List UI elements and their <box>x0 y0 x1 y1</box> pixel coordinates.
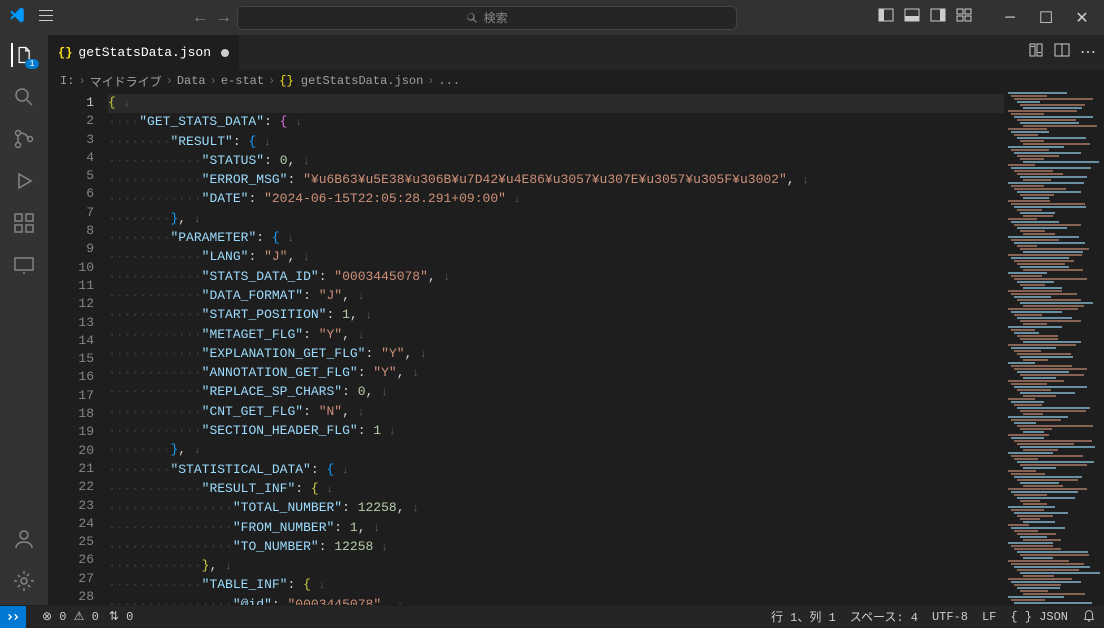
vscode-icon <box>8 6 26 29</box>
close-icon[interactable]: ✕ <box>1068 8 1096 28</box>
modified-indicator <box>221 49 229 57</box>
remote-icon[interactable] <box>12 253 36 277</box>
line-gutter: 1234567891011121314151617181920212223242… <box>48 92 108 605</box>
layout-custom-icon[interactable] <box>956 7 972 28</box>
layout-right-icon[interactable] <box>930 7 946 28</box>
search-icon[interactable] <box>12 85 36 109</box>
encoding-button[interactable]: UTF-8 <box>932 610 968 624</box>
search-input[interactable]: 検索 <box>237 6 737 30</box>
maximize-icon[interactable]: ☐ <box>1032 8 1060 28</box>
breadcrumbs[interactable]: I:›マイドライブ›Data›e-stat›{} getStatsData.js… <box>48 70 1104 92</box>
status-bar: ⊗ 0 ⚠ 0 ⇅ 0 行 1、列 1 スペース: 4 UTF-8 LF { }… <box>0 605 1104 627</box>
notifications-icon[interactable] <box>1082 608 1096 626</box>
problems-button[interactable]: ⊗ 0 ⚠ 0 <box>42 609 99 624</box>
layout-bottom-icon[interactable] <box>904 7 920 28</box>
split-icon[interactable] <box>1054 42 1070 63</box>
minimize-icon[interactable]: ─ <box>996 8 1024 28</box>
extensions-icon[interactable] <box>12 211 36 235</box>
ports-button[interactable]: ⇅ 0 <box>109 609 133 624</box>
layout-left-icon[interactable] <box>878 7 894 28</box>
activity-bar: 1 <box>0 35 48 605</box>
debug-icon[interactable] <box>12 169 36 193</box>
settings-icon[interactable] <box>12 569 36 593</box>
nav-forward-icon[interactable]: → <box>219 9 229 27</box>
search-placeholder: 検索 <box>484 9 508 26</box>
scm-icon[interactable] <box>12 127 36 151</box>
json-icon: {} <box>58 46 72 60</box>
nav-back-icon[interactable]: ← <box>195 9 205 27</box>
minimap[interactable] <box>1004 92 1104 605</box>
tab-bar: {} getStatsData.json ⋯ <box>48 35 1104 70</box>
tab-filename: getStatsData.json <box>78 45 211 60</box>
explorer-icon[interactable]: 1 <box>11 43 35 67</box>
title-bar: ← → 検索 ─ ☐ ✕ <box>0 0 1104 35</box>
explorer-badge: 1 <box>25 59 39 69</box>
eol-button[interactable]: LF <box>982 610 996 624</box>
account-icon[interactable] <box>12 527 36 551</box>
compare-icon[interactable] <box>1028 42 1044 63</box>
code-area[interactable]: { ↓····"GET_STATS_DATA": { ↓········"RES… <box>108 92 1004 605</box>
cursor-position[interactable]: 行 1、列 1 <box>771 608 836 625</box>
more-icon[interactable]: ⋯ <box>1080 42 1096 63</box>
language-button[interactable]: { } JSON <box>1010 610 1068 624</box>
remote-button[interactable] <box>0 606 26 628</box>
menu-icon[interactable] <box>38 7 54 28</box>
indent-button[interactable]: スペース: 4 <box>850 608 918 625</box>
file-tab[interactable]: {} getStatsData.json <box>48 35 240 70</box>
